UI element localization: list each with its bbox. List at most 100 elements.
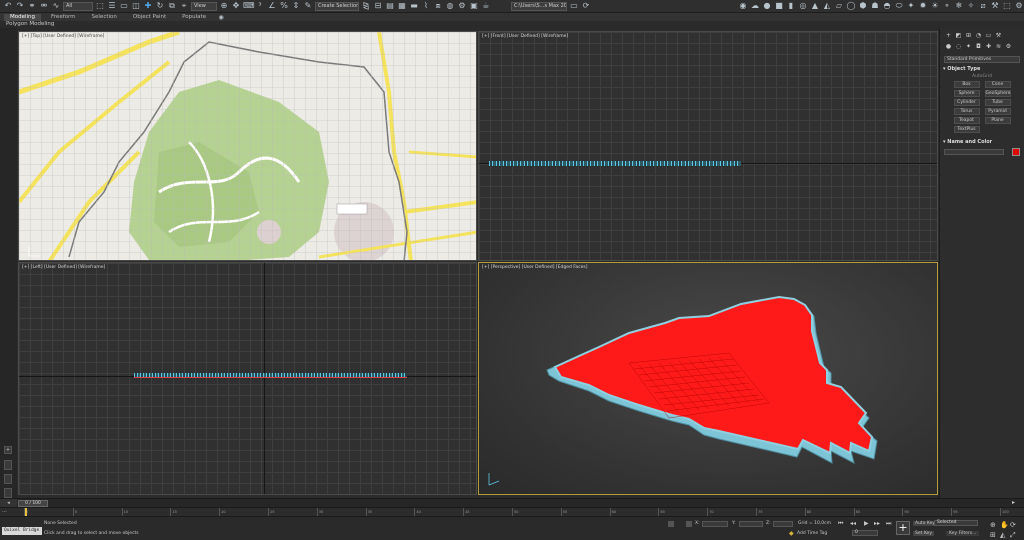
align-icon[interactable]: ⊟ (373, 1, 383, 11)
viewport-top[interactable]: [+] [Top] [User Defined] [Wireframe] (18, 31, 477, 261)
motion-tab-icon[interactable]: ◔ (975, 32, 982, 39)
select-by-name-icon[interactable]: ☰ (107, 1, 117, 11)
tab-object-paint[interactable]: Object Paint (127, 14, 172, 21)
next-frame-icon[interactable]: ▸▸ (874, 520, 880, 527)
cameras-icon[interactable]: ◘ (975, 43, 982, 50)
hierarchy-tab-icon[interactable]: ⊞ (965, 32, 972, 39)
settings-icon[interactable]: ⚙ (1014, 1, 1024, 11)
move-icon[interactable]: ✚ (143, 1, 153, 11)
layer-explorer-icon[interactable] (4, 474, 12, 484)
goto-start-icon[interactable]: ⏮ (838, 520, 843, 528)
create-teapot-icon[interactable]: ☗ (870, 1, 880, 11)
cone-button[interactable]: Cone (984, 81, 1011, 88)
selected-key-dropdown[interactable]: Selected (934, 520, 978, 526)
autogrid-checkbox[interactable]: AutoGrid (940, 74, 1024, 79)
geometry-icon[interactable]: ● (945, 43, 952, 50)
create-bulb-icon[interactable]: ⚬ (942, 1, 952, 11)
viewport-layout-icon[interactable]: + (4, 446, 12, 454)
tools-icon[interactable]: ⚒ (990, 1, 1000, 11)
torus-button[interactable]: Torus (953, 108, 980, 115)
viewport-perspective[interactable]: [+] [Perspective] [User Defined] [Edged … (478, 262, 938, 495)
object-color-swatch[interactable] (1012, 148, 1020, 156)
sync-icon[interactable]: ⟳ (581, 1, 591, 11)
reference-coordinate-dropdown[interactable]: View (191, 1, 217, 11)
time-slider-next-icon[interactable]: ▸ (1012, 499, 1015, 506)
create-dome-icon[interactable]: ◓ (882, 1, 892, 11)
folder-icon[interactable]: ▭ (569, 1, 579, 11)
geosphere-button[interactable]: GeoSphere (984, 90, 1011, 97)
viewport-front[interactable]: [+] [Front] [User Defined] [Wireframe] (478, 31, 938, 261)
tab-modeling[interactable]: Modeling (4, 13, 42, 21)
undo-icon[interactable]: ↶ (3, 1, 13, 11)
viewport-top-label[interactable]: [+] [Top] [User Defined] [Wireframe] (22, 34, 104, 39)
goto-end-icon[interactable]: ⏭ (886, 520, 891, 528)
create-shape-icon[interactable]: ◉ (738, 1, 748, 11)
tube-button[interactable]: Tube (984, 99, 1011, 106)
snowflake-icon[interactable]: ❄ (954, 1, 964, 11)
systems-icon[interactable]: ⚙ (1005, 43, 1012, 50)
create-plane-icon[interactable]: ▱ (834, 1, 844, 11)
select-manipulate-icon[interactable]: ✥ (231, 1, 241, 11)
textplus-button[interactable]: TextPlus (953, 126, 980, 133)
front-outline-object[interactable] (489, 161, 741, 166)
play-icon[interactable]: ▶ (864, 520, 869, 527)
lights-icon[interactable]: ✦ (965, 43, 972, 50)
track-bar[interactable]: ⋯ 0 5 10 15 20 25 30 35 40 45 50 55 60 65 70 75 80 85 90 95… (0, 507, 1024, 517)
create-box-icon[interactable]: ■ (774, 1, 784, 11)
schematic-view-icon[interactable]: ⧈ (433, 1, 443, 11)
create-cylinder-icon[interactable]: ▮ (786, 1, 796, 11)
helpers-icon[interactable]: ✚ (985, 43, 992, 50)
teapot-button[interactable]: Teapot (953, 117, 980, 124)
set-key-button[interactable]: Set Key (913, 531, 934, 536)
place-icon[interactable]: ⌖ (179, 1, 189, 11)
named-selection-set-dropdown[interactable]: Create Selection Se (315, 1, 359, 11)
pan-icon[interactable]: ✋ (1000, 521, 1009, 529)
add-time-tag-button[interactable]: Add Time Tag (797, 531, 827, 536)
helper-icon[interactable]: ✧ (966, 1, 976, 11)
previous-frame-icon[interactable]: ◂◂ (850, 520, 856, 527)
space-warps-icon[interactable]: ≋ (995, 43, 1002, 50)
display-tab-icon[interactable]: ▭ (985, 32, 992, 39)
object-type-rollout[interactable]: ▾ Object Type (943, 66, 1021, 72)
toggle-scene-explorer-icon[interactable]: ▤ (385, 1, 395, 11)
create-cone-icon[interactable]: ▲ (810, 1, 820, 11)
snap-toggle-icon[interactable]: ³ (255, 1, 265, 11)
toggle-ribbon-icon[interactable]: ▬ (409, 1, 419, 11)
z-coord-field[interactable] (773, 521, 793, 527)
x-coord-field[interactable] (702, 521, 728, 527)
current-frame-field[interactable]: 0 (852, 530, 878, 536)
create-geosphere-icon[interactable]: ⬢ (858, 1, 868, 11)
pyramid-button[interactable]: Pyramid (984, 108, 1011, 115)
key-mode-icon[interactable]: + (896, 521, 910, 535)
create-torus-icon[interactable]: ◎ (798, 1, 808, 11)
scale-icon[interactable]: ⧉ (167, 1, 177, 11)
isolate-selection-icon[interactable] (668, 521, 674, 527)
box-button[interactable]: Box (953, 81, 980, 88)
create-tube-icon[interactable]: ◯ (846, 1, 856, 11)
time-slider[interactable]: ◂ 0 / 100 ▸ (0, 498, 1024, 508)
create-light-icon[interactable]: ✦ (906, 1, 916, 11)
name-color-rollout[interactable]: ▾ Name and Color (943, 139, 1021, 145)
selection-filter-dropdown[interactable]: All (63, 1, 93, 11)
tab-populate[interactable]: Populate (176, 14, 212, 21)
spinner-snap-icon[interactable]: ⇕ (291, 1, 301, 11)
angle-snap-icon[interactable]: ∠ (267, 1, 277, 11)
key-filters-button[interactable]: Key Filters... (946, 531, 980, 536)
ribbon-options-icon[interactable]: ◉ (216, 14, 226, 21)
camera-icon[interactable]: ⧄ (978, 1, 988, 11)
create-sphere-icon[interactable]: ● (762, 1, 772, 11)
y-coord-field[interactable] (739, 521, 763, 527)
select-object-icon[interactable]: ⬚ (95, 1, 105, 11)
modeling-tools-icon[interactable] (4, 488, 12, 498)
workspace-project-dropdown[interactable]: C:\Users\S...s Max 2020 (511, 1, 567, 11)
window-crossing-icon[interactable]: ◫ (131, 1, 141, 11)
time-slider-thumb[interactable]: 0 / 100 (18, 500, 48, 507)
rendered-frame-window-icon[interactable]: ▣ (469, 1, 479, 11)
modify-tab-icon[interactable]: ◩ (955, 32, 962, 39)
viewport-left-label[interactable]: [+] [Left] [User Defined] [Wireframe] (22, 265, 105, 270)
create-pyramid-icon[interactable]: ◭ (822, 1, 832, 11)
track-bar-toggle-icon[interactable]: ⋯ (2, 509, 7, 515)
tab-selection[interactable]: Selection (86, 14, 123, 21)
cylinder-button[interactable]: Cylinder (953, 99, 980, 106)
selection-lock-icon[interactable] (686, 521, 692, 527)
